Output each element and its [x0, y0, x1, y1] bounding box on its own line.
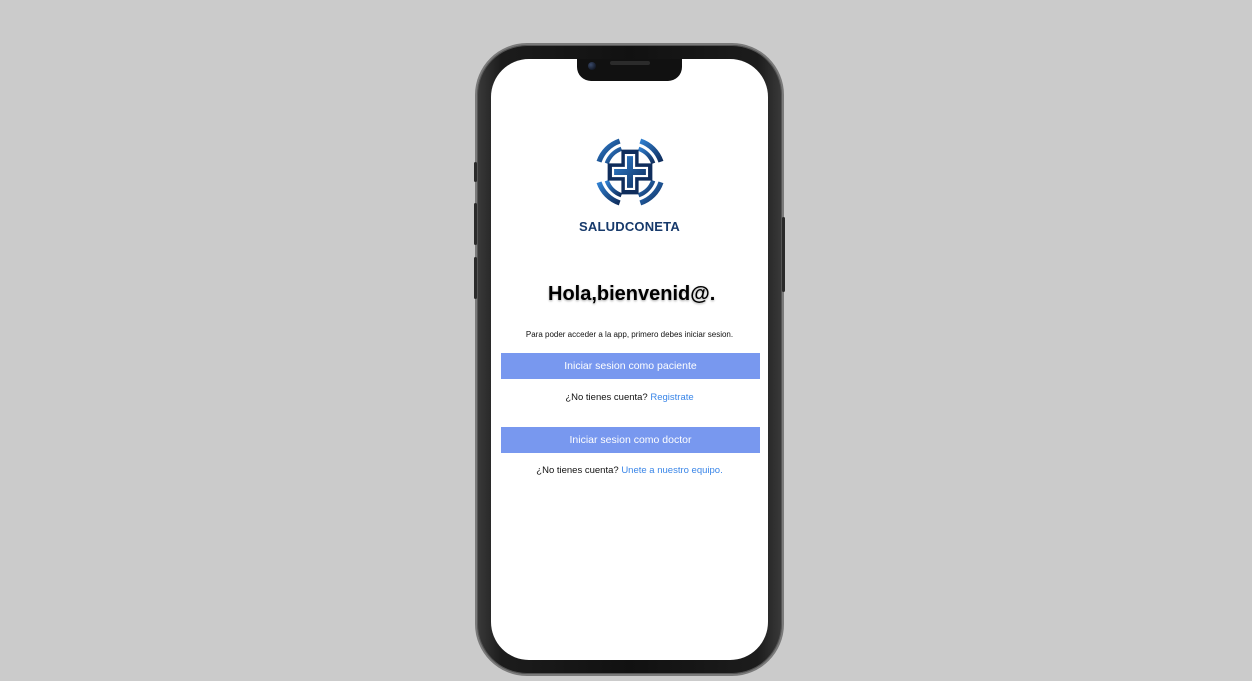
power-button — [782, 217, 785, 292]
welcome-title: Hola,bienvenid@. — [548, 283, 716, 305]
earpiece-speaker — [610, 61, 650, 65]
mute-switch — [474, 162, 477, 182]
volume-down-button — [474, 257, 477, 299]
doctor-join-prompt: ¿No tienes cuenta? — [536, 465, 619, 476]
volume-up-button — [474, 203, 477, 245]
phone-frame: SALUDCONETA Hola,bienvenid@. Para poder … — [474, 45, 785, 674]
register-link[interactable]: Registrate — [650, 392, 693, 403]
phone-screen: SALUDCONETA Hola,bienvenid@. Para poder … — [491, 59, 768, 660]
notch — [577, 59, 682, 81]
front-camera-icon — [588, 62, 596, 70]
medical-cross-logo-icon — [596, 138, 664, 206]
canvas: SALUDCONETA Hola,bienvenid@. Para poder … — [0, 0, 1252, 681]
welcome-subtitle: Para poder acceder a la app, primero deb… — [525, 330, 734, 339]
doctor-join-hint: ¿No tienes cuenta? Unete a nuestro equip… — [491, 465, 768, 476]
patient-login-button[interactable]: Iniciar sesion como paciente — [501, 353, 760, 379]
doctor-login-button[interactable]: Iniciar sesion como doctor — [501, 427, 760, 453]
patient-register-hint: ¿No tienes cuenta? Registrate — [491, 392, 768, 403]
brand-name: SALUDCONETA — [579, 219, 680, 234]
join-team-link[interactable]: Unete a nuestro equipo. — [621, 465, 722, 476]
patient-register-prompt: ¿No tienes cuenta? — [565, 392, 648, 403]
